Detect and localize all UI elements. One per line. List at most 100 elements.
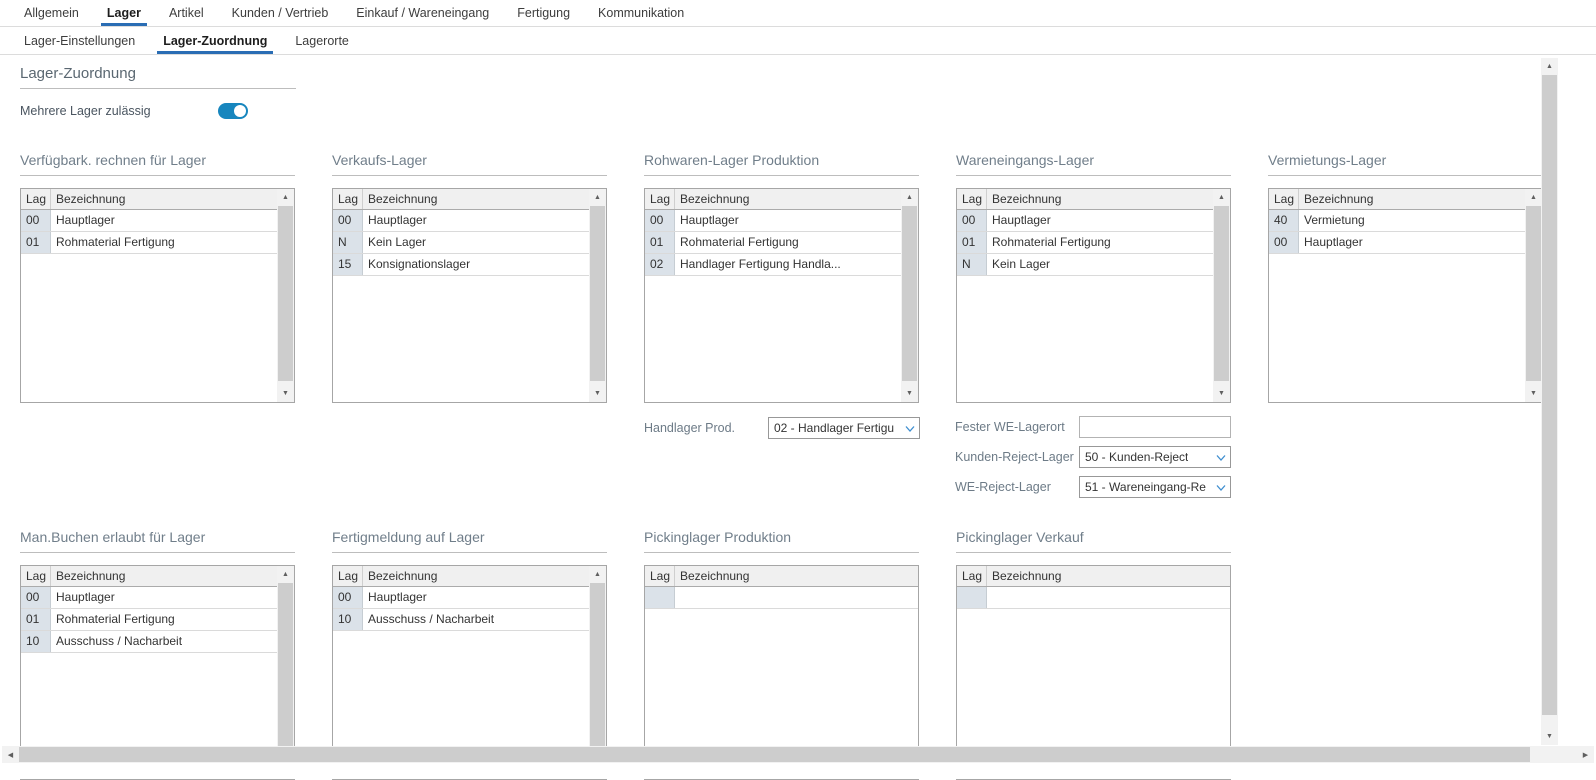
we-reject-lager-combobox[interactable]: 51 - Wareneingang-Re (1079, 476, 1231, 498)
scrollbar-thumb[interactable] (1214, 206, 1229, 381)
table-row[interactable]: 02 Handlager Fertigung Handla... (645, 254, 901, 276)
col-header-bezeichnung[interactable]: Bezeichnung (363, 566, 589, 586)
col-header-bezeichnung[interactable]: Bezeichnung (675, 566, 918, 586)
tab-artikel[interactable]: Artikel (155, 0, 218, 26)
table-row[interactable]: 00 Hauptlager (21, 210, 277, 232)
col-header-bezeichnung[interactable]: Bezeichnung (51, 189, 277, 209)
scroll-up-icon[interactable] (589, 566, 606, 583)
table-vertical-scrollbar[interactable] (1525, 189, 1542, 402)
cell-bezeichnung: Rohmaterial Fertigung (987, 232, 1213, 253)
col-header-lag[interactable]: Lag (333, 189, 363, 209)
scrollbar-track[interactable] (589, 583, 606, 762)
table-row[interactable]: 15 Konsignationslager (333, 254, 589, 276)
col-header-bezeichnung[interactable]: Bezeichnung (987, 566, 1230, 586)
table-row[interactable]: 00 Hauptlager (957, 210, 1213, 232)
fester-we-lagerort-input[interactable] (1079, 416, 1231, 438)
scroll-up-icon[interactable] (1525, 189, 1542, 206)
scroll-up-icon[interactable] (901, 189, 918, 206)
scrollbar-track[interactable] (277, 206, 294, 385)
table-vertical-scrollbar[interactable] (901, 189, 918, 402)
scrollbar-thumb[interactable] (1526, 206, 1541, 381)
table-row[interactable]: 00 Hauptlager (333, 587, 589, 609)
scrollbar-track[interactable] (1213, 206, 1230, 385)
table-row[interactable]: N Kein Lager (957, 254, 1213, 276)
kunden-reject-lager-combobox[interactable]: 50 - Kunden-Reject (1079, 446, 1231, 468)
scrollbar-track[interactable] (277, 583, 294, 762)
table-row[interactable]: 01 Rohmaterial Fertigung (645, 232, 901, 254)
table-row[interactable]: 10 Ausschuss / Nacharbeit (21, 631, 277, 653)
tab-allgemein[interactable]: Allgemein (10, 0, 93, 26)
scroll-up-icon[interactable] (277, 189, 294, 206)
col-header-lag[interactable]: Lag (957, 189, 987, 209)
tab-fertigung[interactable]: Fertigung (503, 0, 584, 26)
col-header-bezeichnung[interactable]: Bezeichnung (51, 566, 277, 586)
col-header-lag[interactable]: Lag (645, 566, 675, 586)
toggle-knob (234, 105, 246, 117)
tab-kommunikation[interactable]: Kommunikation (584, 0, 698, 26)
scroll-up-icon[interactable] (1213, 189, 1230, 206)
table-row[interactable]: 01 Rohmaterial Fertigung (957, 232, 1213, 254)
scrollbar-track[interactable] (589, 206, 606, 385)
scroll-up-icon[interactable] (277, 566, 294, 583)
scroll-down-icon[interactable] (901, 385, 918, 402)
cell-bezeichnung: Ausschuss / Nacharbeit (363, 609, 589, 630)
tab-kunden-vertrieb[interactable]: Kunden / Vertrieb (218, 0, 343, 26)
table-row[interactable]: 00 Hauptlager (21, 587, 277, 609)
subtab-lagerorte[interactable]: Lagerorte (281, 27, 363, 54)
scroll-down-icon[interactable] (589, 385, 606, 402)
table-vertical-scrollbar[interactable] (589, 189, 606, 402)
col-header-bezeichnung[interactable]: Bezeichnung (1299, 189, 1525, 209)
mehrere-lager-toggle[interactable] (218, 103, 248, 119)
col-header-bezeichnung[interactable]: Bezeichnung (675, 189, 901, 209)
scroll-up-icon[interactable] (589, 189, 606, 206)
handlager-prod-combobox[interactable]: 02 - Handlager Fertigu (768, 417, 920, 439)
col-header-lag[interactable]: Lag (21, 566, 51, 586)
scrollbar-thumb[interactable] (1542, 75, 1557, 715)
table-row[interactable]: 00 Hauptlager (1269, 232, 1525, 254)
scrollbar-thumb[interactable] (278, 206, 293, 381)
col-header-bezeichnung[interactable]: Bezeichnung (987, 189, 1213, 209)
scrollbar-track[interactable] (19, 746, 1577, 763)
tab-lager[interactable]: Lager (93, 0, 155, 26)
table-vertical-scrollbar[interactable] (277, 189, 294, 402)
col-header-lag[interactable]: Lag (21, 189, 51, 209)
table-row[interactable]: 00 Hauptlager (333, 210, 589, 232)
col-header-lag[interactable]: Lag (957, 566, 987, 586)
scrollbar-thumb[interactable] (902, 206, 917, 381)
table-vertical-scrollbar[interactable] (1213, 189, 1230, 402)
panel-title: Verfügbark. rechnen für Lager (20, 152, 295, 176)
tab-einkauf-wareneingang[interactable]: Einkauf / Wareneingang (342, 0, 503, 26)
table-row[interactable]: 10 Ausschuss / Nacharbeit (333, 609, 589, 631)
panel-man-buchen-erlaubt-für-lager: Man.Buchen erlaubt für Lager Lag Bezeich… (20, 529, 295, 780)
scrollbar-thumb[interactable] (590, 583, 605, 758)
scrollbar-thumb[interactable] (590, 206, 605, 381)
table-row[interactable]: 40 Vermietung (1269, 210, 1525, 232)
scrollbar-thumb[interactable] (19, 747, 1530, 762)
panel-title: Man.Buchen erlaubt für Lager (20, 529, 295, 553)
scrollbar-track[interactable] (1541, 75, 1558, 728)
subtab-lager-zuordnung[interactable]: Lager-Zuordnung (149, 27, 281, 54)
scrollbar-track[interactable] (901, 206, 918, 385)
table-row[interactable] (957, 587, 1230, 609)
scroll-up-icon[interactable] (1541, 58, 1558, 75)
table-row[interactable]: 01 Rohmaterial Fertigung (21, 232, 277, 254)
col-header-lag[interactable]: Lag (333, 566, 363, 586)
page-vertical-scrollbar[interactable] (1541, 58, 1558, 745)
scroll-left-icon[interactable] (2, 746, 19, 763)
table-row[interactable] (645, 587, 918, 609)
scroll-down-icon[interactable] (1541, 728, 1558, 745)
page-horizontal-scrollbar[interactable] (2, 746, 1594, 763)
subtab-lager-einstellungen[interactable]: Lager-Einstellungen (10, 27, 149, 54)
table-row[interactable]: 00 Hauptlager (645, 210, 901, 232)
scroll-down-icon[interactable] (1525, 385, 1542, 402)
col-header-lag[interactable]: Lag (645, 189, 675, 209)
col-header-lag[interactable]: Lag (1269, 189, 1299, 209)
table-row[interactable]: 01 Rohmaterial Fertigung (21, 609, 277, 631)
col-header-bezeichnung[interactable]: Bezeichnung (363, 189, 589, 209)
scrollbar-track[interactable] (1525, 206, 1542, 385)
scroll-right-icon[interactable] (1577, 746, 1594, 763)
scroll-down-icon[interactable] (277, 385, 294, 402)
table-row[interactable]: N Kein Lager (333, 232, 589, 254)
scroll-down-icon[interactable] (1213, 385, 1230, 402)
scrollbar-thumb[interactable] (278, 583, 293, 758)
